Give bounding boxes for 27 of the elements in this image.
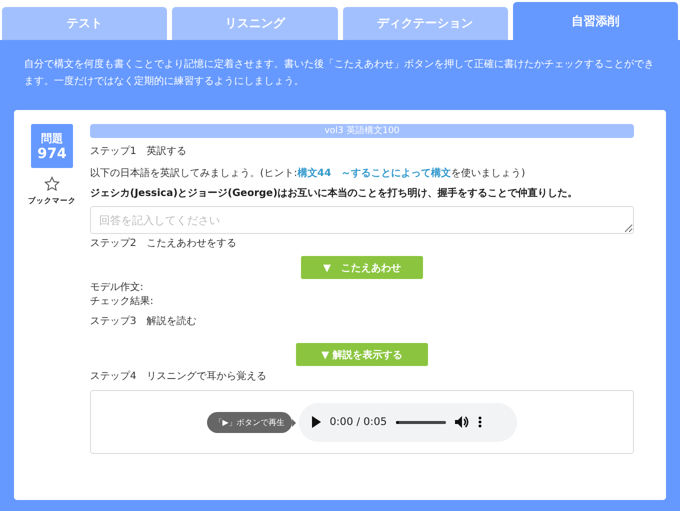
show-explanation-button[interactable]: ▼ 解説を表示する	[296, 343, 428, 366]
audio-player[interactable]: 0:00 / 0:05	[298, 402, 517, 442]
question-label: 問題	[41, 130, 63, 146]
book-title-bar: vol3 英語構文100	[90, 124, 634, 138]
answer-field[interactable]: 回答を記入してください	[90, 206, 634, 234]
tab[interactable]: リスニング	[172, 7, 338, 40]
step-heading: ステップ4 リスニングで耳から覚える	[90, 370, 268, 384]
check-answer-button[interactable]: ▼ こたえあわせ	[301, 256, 423, 279]
tab[interactable]: テスト	[2, 7, 168, 40]
seek-slider[interactable]	[396, 420, 399, 424]
model-answer-label: モデル作文:	[90, 281, 144, 295]
hint-text: 以下の日本語を英訳してみましょう。(ヒント:構文44 ～することによって構文を使いましょう)	[90, 167, 526, 181]
more-options-icon[interactable]	[478, 416, 482, 428]
volume-icon[interactable]	[454, 416, 469, 428]
step-heading: ステップ1 英訳する	[90, 145, 188, 159]
hint-link[interactable]: 構文44 ～することによって構文	[297, 168, 452, 179]
question-number: 974	[37, 146, 67, 162]
tab[interactable]: ディクテーション	[342, 7, 508, 40]
audio-time: 0:00 / 0:05	[330, 416, 387, 428]
star-icon[interactable]	[44, 176, 60, 192]
play-icon[interactable]	[310, 416, 321, 428]
japanese-sentence: ジェシカ(Jessica)とジョージ(George)はお互いに本当のことを打ち明け、握手をすることで仲直りした。	[90, 186, 579, 200]
tab[interactable]: 自習添削	[512, 2, 678, 40]
check-result-label: チェック結果:	[90, 295, 154, 309]
intro-text: 自分で構文を何度も書くことでより記憶に定着させます。書いた後「こたえあわせ」ボタンを押して正確に書けたかチェックすることができます。一度だけではなく定期的に練習するようにしましょう。	[24, 58, 655, 89]
step-heading: ステップ2 こたえあわせをする	[90, 237, 238, 251]
step-heading: ステップ3 解説を読む	[90, 315, 198, 329]
